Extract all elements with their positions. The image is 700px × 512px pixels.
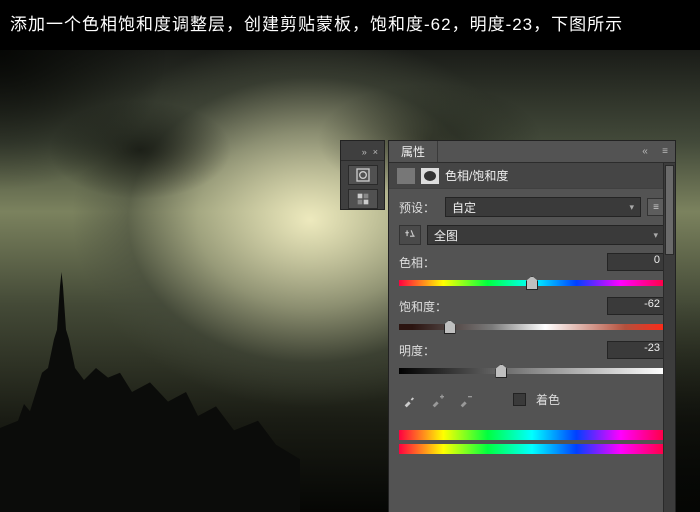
panel-collapse-icon[interactable]: « — [635, 146, 655, 157]
range-select[interactable]: 全图▾ — [427, 225, 665, 245]
colorize-label: 着色 — [536, 391, 560, 408]
lightness-value-input[interactable]: -23 — [607, 341, 665, 359]
adjustment-type-row: 色相/饱和度 — [389, 163, 675, 189]
lightness-slider-block: 明度： -23 — [399, 341, 665, 377]
eyedropper-add-icon[interactable] — [429, 392, 447, 408]
lightness-slider-thumb[interactable] — [495, 364, 507, 378]
hue-slider[interactable] — [399, 275, 665, 289]
panel-dock[interactable]: » × — [340, 140, 385, 210]
chevron-down-icon: ▾ — [653, 230, 658, 241]
properties-tab[interactable]: 属性 — [389, 141, 438, 162]
lightness-slider[interactable] — [399, 363, 665, 377]
adjustment-icon[interactable] — [397, 168, 415, 184]
saturation-slider[interactable] — [399, 319, 665, 333]
targeted-adjust-icon[interactable] — [399, 225, 421, 245]
hue-slider-block: 色相： 0 — [399, 253, 665, 289]
dock-close-icon[interactable]: × — [373, 147, 378, 157]
mask-icon[interactable] — [421, 168, 439, 184]
dock-expand-icon[interactable]: » — [362, 147, 367, 157]
image-canvas: » × 属性 « ≡ 色相/饱和度 预设： 自定▾ — [0, 50, 700, 512]
properties-panel: 属性 « ≡ 色相/饱和度 预设： 自定▾ ≡ 全 — [388, 140, 676, 512]
panel-menu-icon[interactable]: ≡ — [655, 146, 675, 157]
color-range-strip — [399, 430, 665, 454]
saturation-slider-thumb[interactable] — [444, 320, 456, 334]
lightness-label: 明度： — [399, 342, 435, 359]
panel-header: 属性 « ≡ — [389, 141, 675, 163]
dock-styles-button[interactable] — [348, 189, 378, 209]
eyedropper-row: 着色 — [401, 391, 665, 408]
preset-row: 预设： 自定▾ ≡ — [399, 197, 665, 217]
range-row: 全图▾ — [399, 225, 665, 245]
eyedropper-icon[interactable] — [401, 392, 419, 408]
dock-adjustments-button[interactable] — [348, 165, 378, 185]
colorize-checkbox[interactable] — [513, 393, 526, 406]
hue-slider-thumb[interactable] — [526, 276, 538, 290]
hue-label: 色相： — [399, 254, 435, 271]
chevron-down-icon: ▾ — [629, 202, 634, 213]
scrollbar-thumb[interactable] — [665, 165, 674, 255]
hue-value-input[interactable]: 0 — [607, 253, 665, 271]
saturation-label: 饱和度： — [399, 298, 447, 315]
instruction-caption: 添加一个色相饱和度调整层，创建剪贴蒙板，饱和度-62，明度-23，下图所示 — [0, 0, 700, 53]
preset-label: 预设： — [399, 199, 439, 216]
preset-select[interactable]: 自定▾ — [445, 197, 641, 217]
eyedropper-subtract-icon[interactable] — [457, 392, 475, 408]
saturation-slider-block: 饱和度： -62 — [399, 297, 665, 333]
saturation-value-input[interactable]: -62 — [607, 297, 665, 315]
panel-scrollbar[interactable] — [663, 163, 675, 512]
adjustment-title: 色相/饱和度 — [445, 167, 508, 184]
